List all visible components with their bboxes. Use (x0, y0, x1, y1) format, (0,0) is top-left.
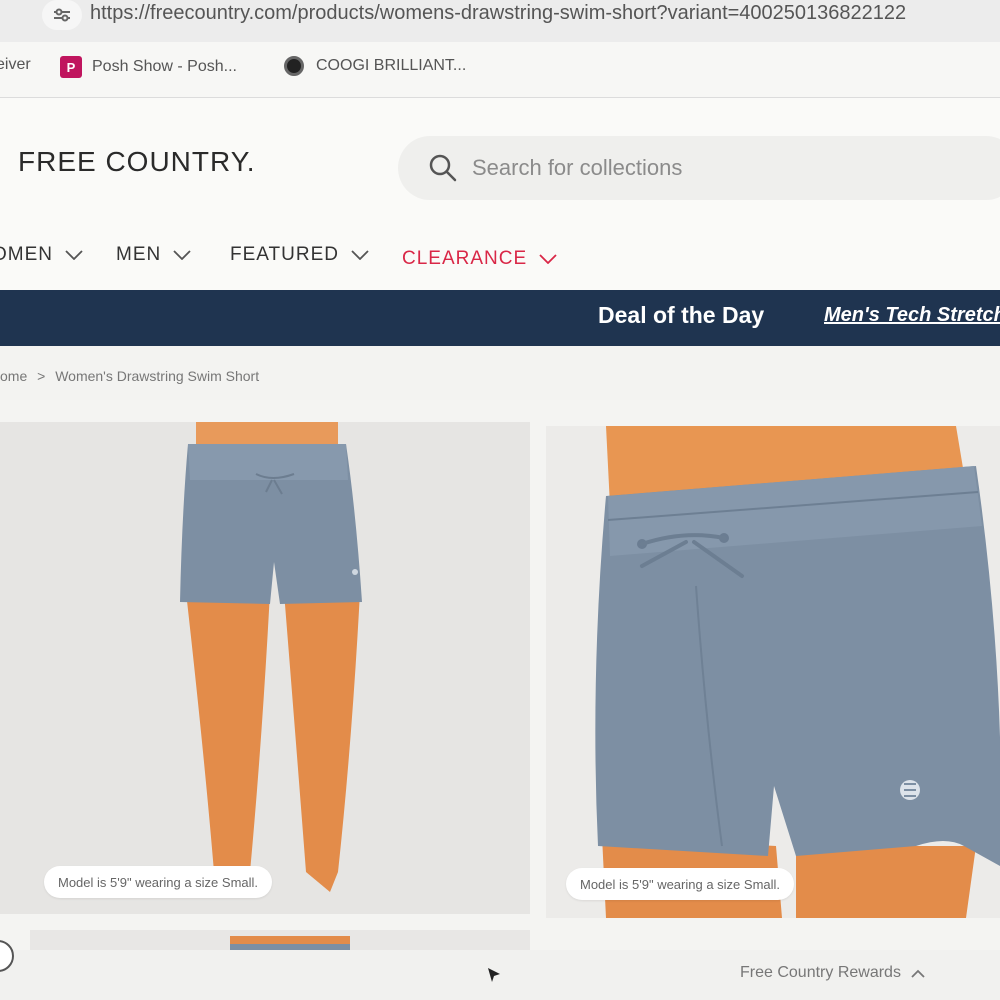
site-logo[interactable]: FREE COUNTRY. (18, 146, 256, 178)
bookmark-item-posh-show[interactable]: P Posh Show - Posh... (60, 56, 237, 78)
chevron-up-icon (911, 969, 925, 978)
nav-label: FEATURED (230, 244, 339, 265)
product-photo-front (0, 422, 530, 914)
site-header: FREE COUNTRY. Search for collections OME… (0, 98, 1000, 292)
chevron-down-icon (351, 250, 369, 260)
bookmarks-bar: eiver P Posh Show - Posh... COOGI BRILLI… (0, 42, 1000, 98)
url-text[interactable]: https://freecountry.com/products/womens-… (90, 2, 906, 25)
product-image-next[interactable] (30, 930, 530, 950)
model-size-caption: Model is 5'9" wearing a size Small. (44, 866, 273, 898)
nav-label: OMEN (0, 244, 53, 265)
bookmark-label: COOGI BRILLIANT... (316, 57, 467, 74)
breadcrumb-separator: > (37, 368, 46, 384)
promo-title: Deal of the Day (598, 302, 765, 328)
model-size-caption: Model is 5'9" wearing a size Small. (566, 868, 795, 900)
chevron-down-icon (65, 250, 83, 260)
poshmark-icon: P (60, 56, 82, 78)
nav-label: CLEARANCE (402, 248, 528, 269)
mouse-cursor-icon (488, 968, 502, 987)
bookmark-label: eiver (0, 56, 31, 73)
breadcrumb-current: Women's Drawstring Swim Short (55, 368, 260, 384)
nav-item-clearance[interactable]: CLEARANCE (402, 248, 557, 270)
bookmark-item-coogi[interactable]: COOGI BRILLIANT... (284, 56, 466, 76)
browser-address-bar[interactable]: https://freecountry.com/products/womens-… (0, 0, 1000, 42)
nav-label: MEN (116, 244, 162, 265)
coogi-icon (284, 56, 304, 76)
search-placeholder: Search for collections (472, 155, 683, 180)
breadcrumb-home[interactable]: ome (0, 368, 27, 384)
promo-banner: Deal of the Day Men's Tech Stretch (0, 290, 1000, 346)
search-input[interactable]: Search for collections (398, 136, 1000, 200)
product-image-closeup[interactable]: Model is 5'9" wearing a size Small. (546, 426, 1000, 918)
main-nav: OMEN MEN FEATURED CLEARANCE (0, 236, 1000, 286)
rewards-toggle[interactable]: Free Country Rewards (740, 964, 925, 982)
breadcrumb: ome > Women's Drawstring Swim Short (0, 368, 265, 384)
bookmark-label: Posh Show - Posh... (92, 58, 237, 75)
page: https://freecountry.com/products/womens-… (0, 0, 1000, 1000)
chevron-down-icon (173, 250, 191, 260)
brand-logo-icon (900, 780, 920, 800)
product-photo-next (30, 930, 530, 950)
search-icon (429, 154, 457, 182)
rewards-label: Free Country Rewards (740, 964, 901, 981)
product-image-front[interactable]: Model is 5'9" wearing a size Small. (0, 422, 530, 914)
nav-item-women[interactable]: OMEN (0, 244, 83, 266)
nav-item-featured[interactable]: FEATURED (230, 244, 369, 266)
promo-link[interactable]: Men's Tech Stretch (824, 304, 1000, 327)
bookmark-item[interactable]: eiver (0, 56, 31, 74)
nav-item-men[interactable]: MEN (116, 244, 191, 266)
chevron-down-icon (539, 254, 557, 264)
site-settings-icon[interactable] (42, 0, 82, 30)
product-photo-closeup (546, 426, 1000, 918)
